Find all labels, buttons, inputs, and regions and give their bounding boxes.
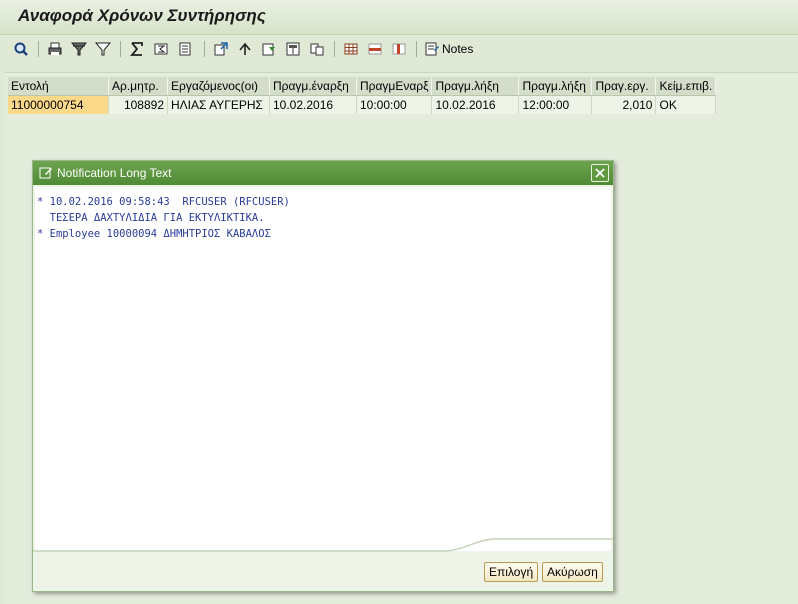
dialog-title: Notification Long Text: [57, 166, 172, 180]
notes-button[interactable]: Notes: [424, 40, 473, 58]
subtotal-icon[interactable]: [152, 40, 170, 58]
cell-actual-end-date[interactable]: 10.02.2016: [431, 95, 520, 114]
title-bar: Αναφορά Χρόνων Συντήρησης: [0, 0, 798, 35]
column-header[interactable]: Κείμ.επιβ.: [655, 77, 717, 96]
info-icon[interactable]: [308, 40, 326, 58]
magnifier-icon[interactable]: [12, 40, 30, 58]
footer-wave: [33, 538, 613, 552]
insert-row-icon[interactable]: [366, 40, 384, 58]
notes-label: Notes: [442, 42, 474, 56]
cancel-button[interactable]: Ακύρωση: [542, 562, 603, 582]
edit-window-icon: [39, 166, 53, 182]
cell-actual-end-time[interactable]: 12:00:00: [518, 95, 593, 114]
change-layout-icon[interactable]: [284, 40, 302, 58]
cell-employee[interactable]: ΗΛΙΑΣ ΑΥΓΕΡΗΣ: [167, 95, 270, 114]
cell-order[interactable]: 11000000754: [8, 95, 109, 114]
column-header[interactable]: Πραγ.εργ.: [591, 77, 657, 96]
filter-set-icon[interactable]: [94, 40, 112, 58]
export-icon[interactable]: [212, 40, 230, 58]
column-header[interactable]: Εργαζόμενος(οι): [167, 77, 270, 96]
application-toolbar: Notes: [0, 35, 798, 63]
cell-actual-start-time[interactable]: 10:00:00: [356, 95, 433, 114]
column-header[interactable]: Πραγμ.λήξη: [431, 77, 520, 96]
table-row[interactable]: 11000000754 108892 ΗΛΙΑΣ ΑΥΓΕΡΗΣ 10.02.2…: [8, 95, 717, 114]
cell-actual-work[interactable]: 2,010: [591, 95, 657, 114]
dialog-title-bar[interactable]: Notification Long Text: [33, 161, 613, 185]
column-header[interactable]: Αρ.μητρ.: [108, 77, 168, 96]
layout-icon[interactable]: [176, 40, 194, 58]
cell-personnel-number[interactable]: 108892: [108, 95, 168, 114]
sort-icon[interactable]: [236, 40, 254, 58]
column-header[interactable]: ΠραγμΕναρξ: [356, 77, 433, 96]
filter-icon[interactable]: [70, 40, 88, 58]
select-button[interactable]: Επιλογή: [484, 562, 539, 582]
delete-row-icon[interactable]: [390, 40, 408, 58]
text-line: * Employee 10000094 ΔΗΜΗΤΡΙΟΣ ΚΑΒΑΛΟΣ: [37, 228, 271, 240]
text-line: * 10.02.2016 09:58:43 RFCUSER (RFCUSER): [37, 196, 290, 208]
grid-icon[interactable]: [342, 40, 360, 58]
sum-icon[interactable]: [128, 40, 146, 58]
column-header[interactable]: Εντολή: [8, 77, 109, 96]
column-header[interactable]: Πραγμ.έναρξη: [269, 77, 357, 96]
cell-confirmation-text[interactable]: OK: [655, 95, 717, 114]
close-icon: [595, 168, 605, 178]
notes-icon: [425, 42, 439, 56]
text-line: ΤΕΣΕΡΑ ΔΑΧΤΥΛΙΔΙΑ ΓΙΑ ΕΚΤΥΛΙΚΤΙΚΑ.: [37, 212, 265, 224]
long-text-dialog: Notification Long Text * 10.02.2016 09:5…: [32, 160, 614, 592]
select-layout-icon[interactable]: [260, 40, 278, 58]
table-header-row: Εντολή Αρ.μητρ. Εργαζόμενος(οι) Πραγμ.έν…: [8, 77, 717, 96]
long-text-area[interactable]: * 10.02.2016 09:58:43 RFCUSER (RFCUSER) …: [35, 187, 611, 551]
close-button[interactable]: [591, 164, 609, 182]
dialog-footer: Επιλογή Ακύρωση: [33, 538, 613, 591]
column-header[interactable]: Πραγμ.λήξη: [518, 77, 593, 96]
cell-actual-start-date[interactable]: 10.02.2016: [269, 95, 357, 114]
page-title: Αναφορά Χρόνων Συντήρησης: [18, 6, 266, 25]
results-table: Εντολή Αρ.μητρ. Εργαζόμενος(οι) Πραγμ.έν…: [8, 77, 717, 114]
print-icon[interactable]: [46, 40, 64, 58]
